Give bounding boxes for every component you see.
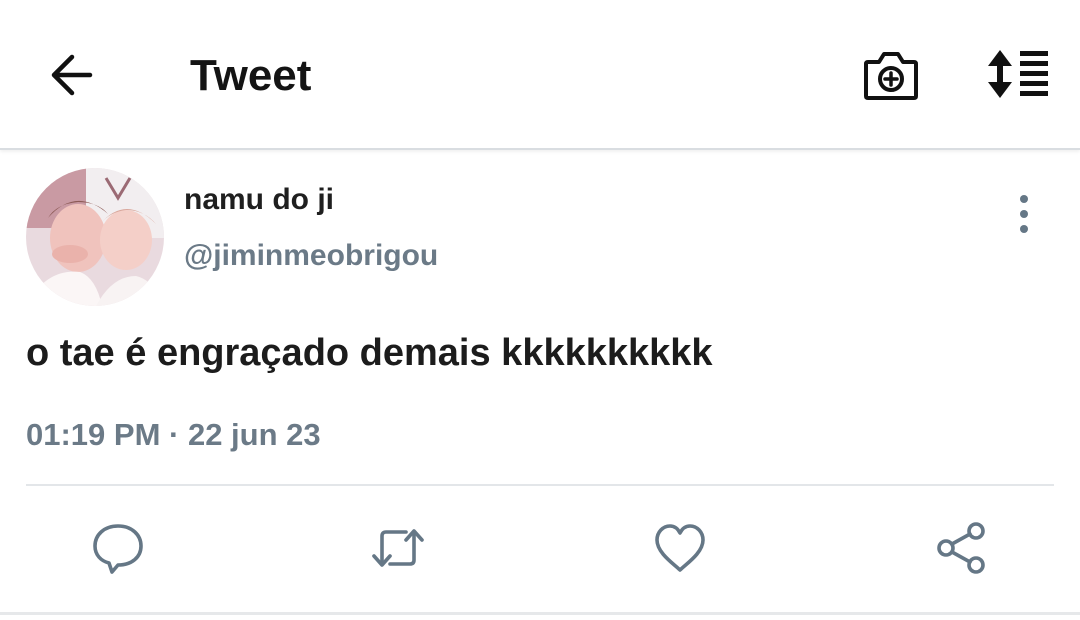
retweet-button[interactable]	[368, 520, 428, 576]
back-button[interactable]	[46, 52, 100, 98]
camera-button[interactable]	[862, 48, 920, 102]
comment-bubble-icon	[93, 524, 143, 574]
heart-icon	[655, 524, 705, 572]
reply-button[interactable]	[88, 520, 148, 576]
tweet-text: o tae é engraçado demais kkkkkkkkkk	[26, 332, 713, 374]
divider	[26, 484, 1054, 486]
avatar-photo	[26, 168, 164, 306]
retweet-icon	[372, 529, 424, 567]
page-title: Tweet	[190, 51, 312, 100]
tweet-detail: namu do ji @jiminmeobrigou o tae é engra…	[0, 152, 1080, 620]
author-display-name[interactable]: namu do ji	[184, 182, 334, 218]
top-app-bar: Tweet	[0, 0, 1080, 150]
avatar[interactable]	[26, 168, 164, 306]
sort-button[interactable]	[982, 48, 1052, 100]
like-button[interactable]	[650, 520, 710, 576]
more-options-button[interactable]	[1004, 192, 1044, 236]
share-button[interactable]	[932, 520, 992, 576]
more-vertical-icon	[1020, 195, 1028, 233]
tweet-timestamp: 01:19 PM · 22 jun 23	[26, 417, 321, 452]
share-icon	[937, 522, 985, 574]
sort-lines-icon	[988, 50, 1048, 98]
bottom-divider	[0, 612, 1080, 615]
author-handle[interactable]: @jiminmeobrigou	[184, 238, 438, 274]
camera-add-icon	[864, 52, 918, 100]
arrow-left-icon	[51, 54, 93, 96]
